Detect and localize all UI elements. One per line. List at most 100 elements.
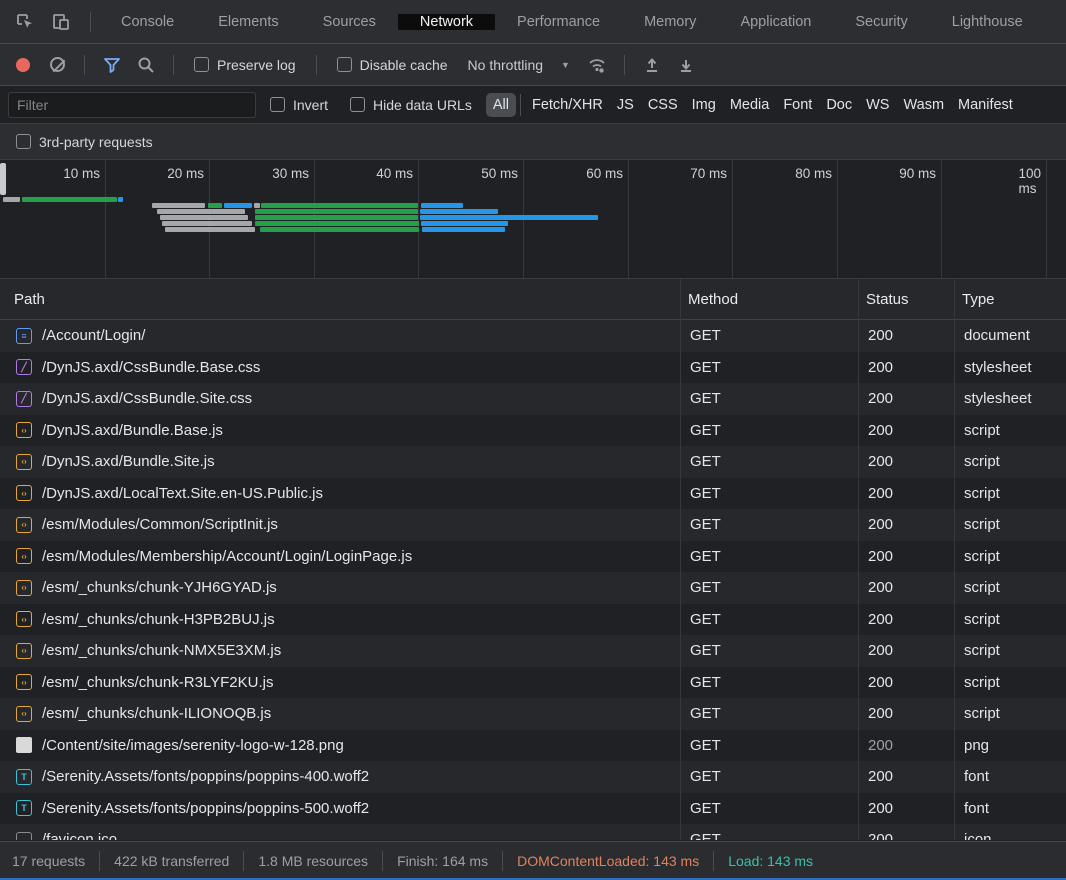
tab-lighthouse[interactable]: Lighthouse — [930, 14, 1045, 30]
tab-network[interactable]: Network — [398, 14, 495, 30]
hide-data-urls-checkbox[interactable] — [350, 97, 365, 112]
inspect-element-icon[interactable] — [14, 11, 36, 33]
request-type: png — [954, 737, 1066, 754]
request-path: /DynJS.axd/Bundle.Base.js — [42, 422, 223, 439]
request-method: GET — [680, 390, 858, 407]
request-row[interactable]: ‹›/esm/_chunks/chunk-YJH6GYAD.jsGET200sc… — [0, 572, 1066, 604]
request-row[interactable]: ╱/DynJS.axd/CssBundle.Site.cssGET200styl… — [0, 383, 1066, 415]
invert-toggle[interactable]: Invert — [262, 97, 336, 113]
hide-data-urls-toggle[interactable]: Hide data URLs — [342, 97, 480, 113]
request-path-cell: /Content/site/images/serenity-logo-w-128… — [0, 737, 680, 754]
column-divider[interactable] — [680, 279, 681, 840]
tab-performance[interactable]: Performance — [495, 14, 622, 30]
request-row[interactable]: ≡/Account/Login/GET200document — [0, 320, 1066, 352]
request-row[interactable]: ‹›/esm/_chunks/chunk-R3LYF2KU.jsGET200sc… — [0, 667, 1066, 699]
third-party-requests-toggle[interactable]: 3rd-party requests — [8, 134, 161, 150]
network-overview-timeline[interactable]: 10 ms20 ms30 ms40 ms50 ms60 ms70 ms80 ms… — [0, 160, 1066, 279]
preserve-log-checkbox[interactable] — [194, 57, 209, 72]
request-status: 200 — [858, 831, 954, 840]
tab-elements[interactable]: Elements — [196, 14, 300, 30]
search-button[interactable] — [131, 51, 161, 79]
column-header-method[interactable]: Method — [680, 291, 858, 308]
devtools-network-panel: { "palette": { "record_red": "#e8685f", … — [0, 0, 1066, 880]
request-row[interactable]: ╱/DynJS.axd/CssBundle.Base.cssGET200styl… — [0, 352, 1066, 384]
request-type: icon — [954, 831, 1066, 840]
export-har-button[interactable] — [671, 51, 701, 79]
waterfall-bar-green — [22, 197, 117, 202]
request-path-cell: /favicon.ico — [0, 831, 680, 840]
clear-network-log-button[interactable] — [42, 51, 72, 79]
filter-toggle-button[interactable] — [97, 51, 127, 79]
filter-chip-media[interactable]: Media — [723, 93, 777, 117]
tab-console[interactable]: Console — [99, 14, 196, 30]
request-path-cell: ‹›/esm/_chunks/chunk-R3LYF2KU.js — [0, 674, 680, 691]
request-row[interactable]: /favicon.icoGET200icon — [0, 824, 1066, 840]
request-row[interactable]: /Content/site/images/serenity-logo-w-128… — [0, 730, 1066, 762]
divider — [243, 851, 244, 871]
request-row[interactable]: ‹›/esm/Modules/Membership/Account/Login/… — [0, 541, 1066, 573]
throttling-dropdown[interactable]: No throttling ▼ — [460, 57, 578, 73]
request-type: script — [954, 642, 1066, 659]
timeline-tick-label: 30 ms — [272, 166, 314, 181]
column-header-path[interactable]: Path — [0, 291, 680, 308]
request-status: 200 — [858, 611, 954, 628]
disable-cache-toggle[interactable]: Disable cache — [329, 57, 456, 73]
request-status: 200 — [858, 390, 954, 407]
request-path: /esm/_chunks/chunk-H3PB2BUJ.js — [42, 611, 275, 628]
invert-checkbox[interactable] — [270, 97, 285, 112]
request-row[interactable]: ‹›/DynJS.axd/Bundle.Base.jsGET200script — [0, 415, 1066, 447]
filter-chip-fetch-xhr[interactable]: Fetch/XHR — [525, 93, 610, 117]
third-party-requests-checkbox[interactable] — [16, 134, 31, 149]
column-header-status[interactable]: Status — [858, 291, 954, 308]
filter-chip-img[interactable]: Img — [685, 93, 723, 117]
timeline-gridline — [105, 160, 106, 278]
request-row[interactable]: T/Serenity.Assets/fonts/poppins/poppins-… — [0, 761, 1066, 793]
filter-chip-js[interactable]: JS — [610, 93, 641, 117]
overview-drag-handle[interactable] — [0, 163, 6, 195]
filter-chip-css[interactable]: CSS — [641, 93, 685, 117]
column-header-type[interactable]: Type — [954, 291, 1066, 308]
column-divider[interactable] — [954, 279, 955, 840]
request-status: 200 — [858, 737, 954, 754]
waterfall-bar-green — [255, 209, 418, 214]
request-row[interactable]: ‹›/DynJS.axd/LocalText.Site.en-US.Public… — [0, 478, 1066, 510]
filter-input[interactable] — [8, 92, 256, 118]
record-network-log-button[interactable] — [8, 51, 38, 79]
filter-chip-all[interactable]: All — [486, 93, 516, 117]
request-method: GET — [680, 642, 858, 659]
request-row[interactable]: ‹›/esm/_chunks/chunk-ILIONOQB.jsGET200sc… — [0, 698, 1066, 730]
request-path-cell: ‹›/esm/Modules/Membership/Account/Login/… — [0, 548, 680, 565]
css-resource-icon: ╱ — [16, 359, 32, 375]
request-row[interactable]: ‹›/esm/_chunks/chunk-NMX5E3XM.jsGET200sc… — [0, 635, 1066, 667]
disable-cache-checkbox[interactable] — [337, 57, 352, 72]
request-row[interactable]: T/Serenity.Assets/fonts/poppins/poppins-… — [0, 793, 1066, 825]
tab-memory[interactable]: Memory — [622, 14, 718, 30]
timeline-tick-label: 100 ms — [1018, 166, 1046, 196]
tab-application[interactable]: Application — [718, 14, 833, 30]
request-type: script — [954, 516, 1066, 533]
filter-chip-ws[interactable]: WS — [859, 93, 896, 117]
panel-tabs: ConsoleElementsSourcesNetworkPerformance… — [99, 0, 1045, 43]
filter-chip-manifest[interactable]: Manifest — [951, 93, 1020, 117]
timeline-gridline — [418, 160, 419, 278]
preserve-log-toggle[interactable]: Preserve log — [186, 57, 304, 73]
filter-chip-font[interactable]: Font — [776, 93, 819, 117]
filter-chip-doc[interactable]: Doc — [819, 93, 859, 117]
import-har-button[interactable] — [637, 51, 667, 79]
request-method: GET — [680, 579, 858, 596]
request-row[interactable]: ‹›/esm/_chunks/chunk-H3PB2BUJ.jsGET200sc… — [0, 604, 1066, 636]
request-path: /DynJS.axd/Bundle.Site.js — [42, 453, 215, 470]
tab-sources[interactable]: Sources — [301, 14, 398, 30]
network-conditions-button[interactable] — [582, 51, 612, 79]
column-divider[interactable] — [858, 279, 859, 840]
request-row[interactable]: ‹›/esm/Modules/Common/ScriptInit.jsGET20… — [0, 509, 1066, 541]
js-resource-icon: ‹› — [16, 548, 32, 564]
request-path: /DynJS.axd/LocalText.Site.en-US.Public.j… — [42, 485, 323, 502]
device-toolbar-icon[interactable] — [50, 11, 72, 33]
request-path-cell: ≡/Account/Login/ — [0, 327, 680, 344]
tab-security[interactable]: Security — [833, 14, 929, 30]
request-row[interactable]: ‹›/DynJS.axd/Bundle.Site.jsGET200script — [0, 446, 1066, 478]
filter-chip-wasm[interactable]: Wasm — [896, 93, 951, 117]
request-method: GET — [680, 516, 858, 533]
request-status: 200 — [858, 800, 954, 817]
